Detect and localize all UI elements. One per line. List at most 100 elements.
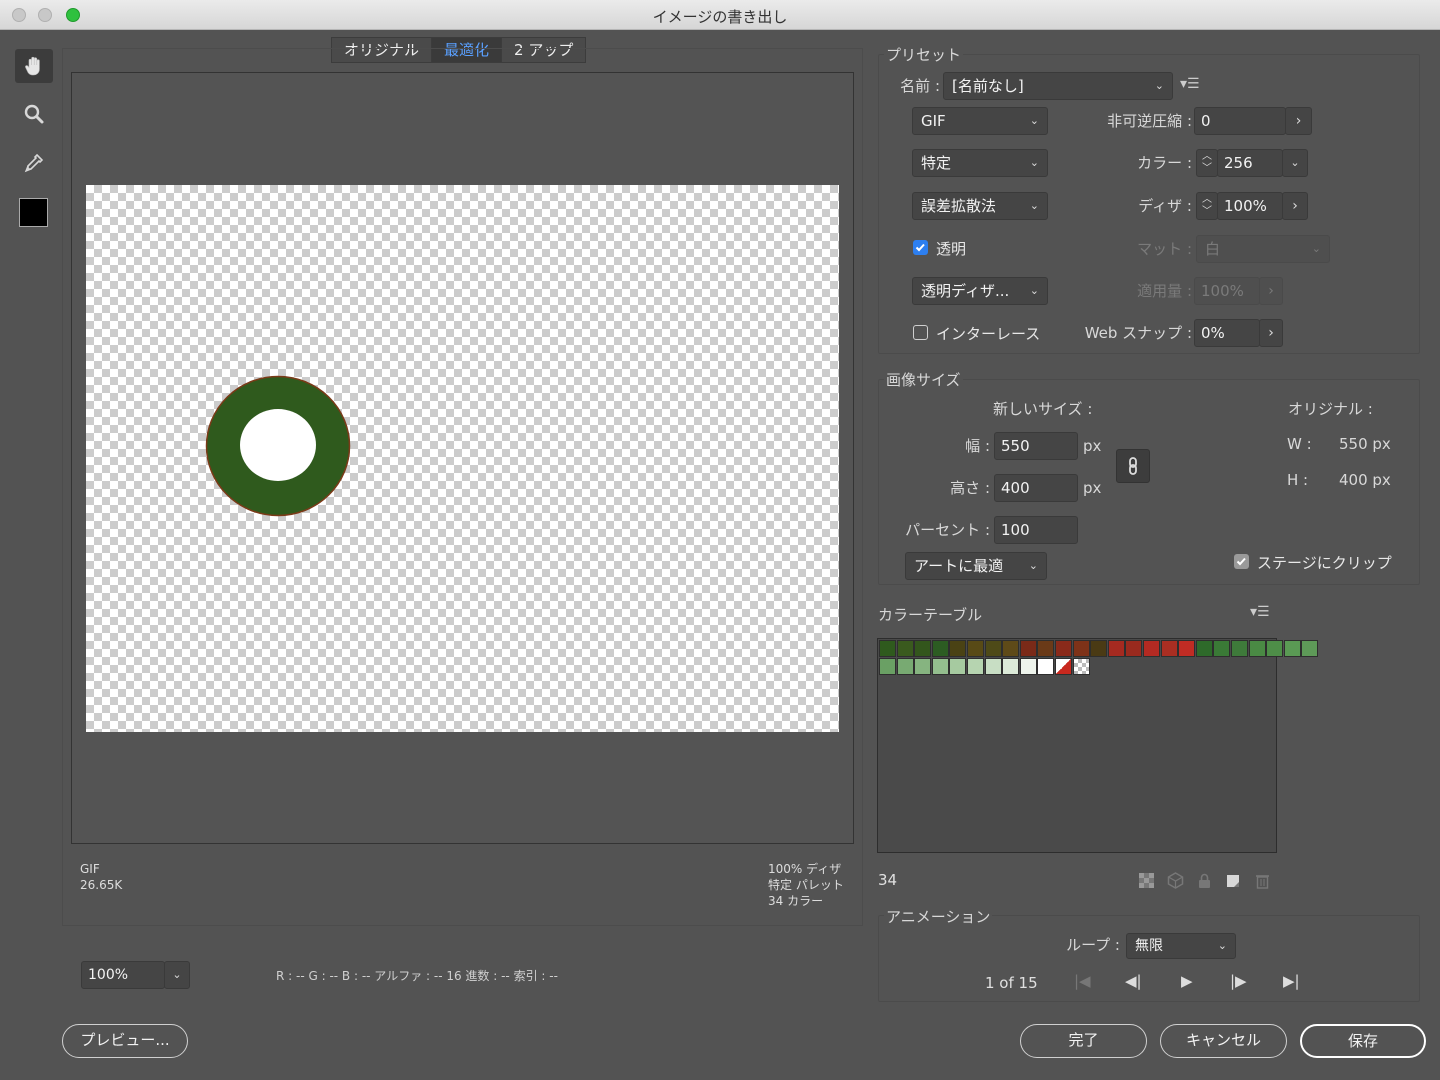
clip-to-stage-checkbox[interactable] [1234, 554, 1249, 569]
color-swatch[interactable] [1178, 640, 1196, 657]
eyedropper-tool-button[interactable] [15, 146, 53, 180]
color-swatch[interactable] [1019, 657, 1037, 675]
zoom-level-field[interactable]: 100% [81, 961, 165, 989]
color-swatch[interactable] [1160, 640, 1178, 657]
color-swatch[interactable] [1143, 640, 1160, 657]
color-swatch[interactable] [1002, 640, 1020, 657]
save-button[interactable]: 保存 [1300, 1024, 1426, 1058]
color-swatch[interactable] [1037, 640, 1055, 657]
resize-fit-value: アートに最適 [914, 557, 1004, 575]
play-icon[interactable]: ▶ [1181, 972, 1193, 990]
zoom-tool-button[interactable] [15, 97, 53, 131]
pixel-info-status: R : -- G : -- B : -- アルファ : -- 16 進数 : -… [276, 969, 558, 983]
colors-field[interactable]: 256 [1217, 149, 1283, 177]
color-swatch[interactable] [1055, 640, 1072, 657]
color-swatch[interactable] [931, 657, 949, 675]
color-swatch[interactable] [1107, 640, 1125, 657]
stepper-icon: ︿ ﹀ [1202, 151, 1212, 174]
preview-button[interactable]: プレビュー... [62, 1024, 188, 1058]
loop-value: 無限 [1135, 938, 1163, 954]
amount-field[interactable]: 100% [1194, 277, 1260, 305]
color-table-grid[interactable] [877, 638, 1319, 853]
color-swatch[interactable] [931, 640, 949, 657]
color-swatch[interactable] [949, 657, 967, 675]
constrain-proportions-button[interactable] [1116, 449, 1150, 483]
eyedropper-icon [24, 153, 44, 173]
color-swatch[interactable] [967, 657, 984, 675]
color-swatch[interactable] [1002, 657, 1020, 675]
transparency-dither-dropdown[interactable]: 透明ディザ... ⌄ [912, 277, 1048, 305]
format-value: GIF [921, 112, 946, 130]
amount-slider-button[interactable]: › [1259, 277, 1283, 305]
previous-frame-icon[interactable]: ◀| [1125, 972, 1142, 990]
color-table-menu-icon[interactable]: ▾☰ [1250, 604, 1270, 620]
preset-name-dropdown[interactable]: [名前なし] ⌄ [943, 72, 1173, 100]
color-swatch[interactable] [1195, 640, 1213, 657]
percent-field[interactable]: 100 [994, 516, 1078, 544]
done-button[interactable]: 完了 [1020, 1024, 1147, 1058]
web-shift-icon[interactable] [1167, 872, 1184, 889]
lock-icon[interactable] [1196, 872, 1213, 889]
color-swatch[interactable] [1283, 640, 1301, 657]
color-swatch[interactable] [1301, 640, 1319, 657]
chevron-right-icon: › [1295, 113, 1302, 129]
last-frame-icon[interactable]: ▶| [1283, 972, 1300, 990]
color-swatch[interactable] [879, 640, 896, 657]
dither-stepper[interactable]: ︿ ﹀ [1196, 192, 1218, 220]
colors-stepper[interactable]: ︿ ﹀ [1196, 149, 1218, 177]
next-frame-icon[interactable]: |▶ [1230, 972, 1247, 990]
interlace-checkbox[interactable] [913, 325, 928, 340]
lossy-slider-button[interactable]: › [1285, 107, 1312, 135]
color-swatch[interactable] [1090, 640, 1108, 657]
websnap-slider-button[interactable]: › [1259, 319, 1283, 347]
height-field[interactable]: 400 [994, 474, 1078, 502]
websnap-field[interactable]: 0% [1194, 319, 1260, 347]
dither-field[interactable]: 100% [1217, 192, 1283, 220]
color-swatch[interactable] [1037, 657, 1055, 675]
color-swatch[interactable] [1125, 640, 1143, 657]
color-swatch[interactable] [1231, 640, 1248, 657]
color-swatch[interactable] [984, 640, 1002, 657]
resize-fit-dropdown[interactable]: アートに最適 ⌄ [905, 552, 1047, 580]
color-swatch[interactable] [1248, 640, 1266, 657]
color-swatch[interactable] [1266, 640, 1284, 657]
palette-dropdown[interactable]: 特定 ⌄ [912, 149, 1048, 177]
loop-dropdown[interactable]: 無限 ⌄ [1126, 933, 1236, 959]
format-dropdown[interactable]: GIF ⌄ [912, 107, 1048, 135]
color-swatch[interactable] [914, 657, 932, 675]
color-swatch[interactable] [949, 640, 967, 657]
color-swatch[interactable] [1055, 657, 1072, 675]
color-swatch[interactable] [1072, 640, 1090, 657]
matte-label: マット : [1137, 240, 1192, 258]
color-swatch[interactable] [896, 657, 914, 675]
hand-tool-button[interactable] [15, 49, 53, 83]
color-swatch[interactable] [914, 640, 932, 657]
matte-dropdown[interactable]: 白 ⌄ [1196, 235, 1330, 263]
color-swatch[interactable] [896, 640, 914, 657]
transparency-checkbox[interactable] [913, 240, 928, 255]
colors-dropdown-button[interactable]: ⌄ [1282, 149, 1308, 177]
zoom-dropdown-button[interactable]: ⌄ [164, 961, 190, 989]
output-format: GIF [80, 862, 100, 876]
artboard-canvas[interactable] [86, 185, 839, 732]
output-colors: 34 カラー [768, 894, 824, 908]
preset-section-title: プリセット [884, 44, 964, 65]
color-swatch[interactable] [967, 640, 984, 657]
dither-method-dropdown[interactable]: 誤差拡散法 ⌄ [912, 192, 1048, 220]
trash-icon[interactable] [1254, 872, 1271, 889]
color-swatch[interactable] [984, 657, 1002, 675]
eyedropper-color-swatch[interactable] [19, 198, 48, 227]
color-swatch[interactable] [1213, 640, 1231, 657]
transparent-swatch[interactable] [1072, 657, 1090, 675]
preset-menu-icon[interactable]: ▾☰ [1180, 76, 1200, 92]
color-swatch[interactable] [879, 657, 896, 675]
color-swatch[interactable] [1019, 640, 1037, 657]
chevron-right-icon: › [1268, 283, 1274, 299]
new-color-icon[interactable] [1225, 872, 1242, 889]
cancel-button[interactable]: キャンセル [1160, 1024, 1287, 1058]
width-field[interactable]: 550 [994, 432, 1078, 460]
map-transparency-icon[interactable] [1138, 872, 1155, 889]
first-frame-icon[interactable]: |◀ [1074, 972, 1091, 990]
dither-slider-button[interactable]: › [1282, 192, 1308, 220]
lossy-field[interactable]: 0 [1194, 107, 1286, 135]
